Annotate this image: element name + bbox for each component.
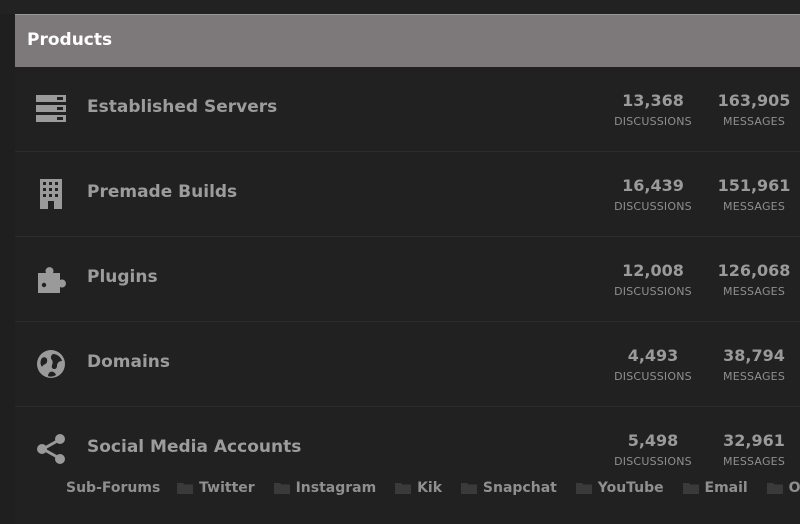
forum-row-plugins: Plugins 12,008 DISCUSSIONS 126,068 MESSA… bbox=[15, 237, 800, 322]
category-header[interactable]: Products bbox=[15, 14, 800, 67]
folder-icon bbox=[682, 483, 699, 494]
messages-label: MESSAGES bbox=[723, 285, 785, 298]
subforum-link-snapchat[interactable]: Snapchat bbox=[460, 480, 557, 496]
messages-count: 163,905 bbox=[717, 91, 791, 110]
subforum-link-youtube[interactable]: YouTube bbox=[575, 480, 664, 496]
subforum-label: Instagram bbox=[295, 480, 377, 496]
subforum-label: Email bbox=[704, 480, 748, 496]
page: Products Established Servers 13,368 DISC… bbox=[0, 0, 800, 524]
discussions-count: 12,008 bbox=[622, 261, 684, 280]
forum-row-premade-builds: Premade Builds 16,439 DISCUSSIONS 151,96… bbox=[15, 152, 800, 237]
discussions-count: 5,498 bbox=[627, 431, 679, 450]
messages-stat: 38,794 MESSAGES bbox=[709, 346, 799, 385]
messages-stat: 126,068 MESSAGES bbox=[709, 261, 799, 300]
discussions-label: DISCUSSIONS bbox=[614, 285, 692, 298]
subforum-link-kik[interactable]: Kik bbox=[395, 480, 442, 496]
folder-icon bbox=[766, 483, 783, 494]
puzzle-icon bbox=[33, 261, 69, 297]
discussions-count: 16,439 bbox=[622, 176, 684, 195]
messages-stat: 151,961 MESSAGES bbox=[709, 176, 799, 215]
subforum-link-instagram[interactable]: Instagram bbox=[273, 480, 377, 496]
messages-count: 38,794 bbox=[723, 346, 785, 365]
subforum-link-email[interactable]: Email bbox=[682, 480, 748, 496]
discussions-label: DISCUSSIONS bbox=[614, 455, 692, 468]
folder-icon bbox=[177, 483, 194, 494]
messages-label: MESSAGES bbox=[723, 455, 785, 468]
discussions-count: 13,368 bbox=[622, 91, 684, 110]
forum-row-established-servers: Established Servers 13,368 DISCUSSIONS 1… bbox=[15, 67, 800, 152]
forum-title-link[interactable]: Social Media Accounts bbox=[87, 437, 301, 457]
forum-row-domains: Domains 4,493 DISCUSSIONS 38,794 MESSAGE… bbox=[15, 322, 800, 407]
forum-title-link[interactable]: Premade Builds bbox=[87, 182, 237, 202]
building-icon bbox=[33, 176, 69, 212]
subforums-label: Sub-Forums bbox=[66, 480, 161, 496]
top-strip bbox=[0, 0, 800, 14]
messages-count: 126,068 bbox=[717, 261, 791, 280]
folder-icon bbox=[273, 483, 290, 494]
messages-stat: 32,961 MESSAGES bbox=[709, 431, 799, 470]
discussions-label: DISCUSSIONS bbox=[614, 370, 692, 383]
discussions-stat: 5,498 DISCUSSIONS bbox=[607, 431, 699, 470]
messages-stat: 163,905 MESSAGES bbox=[709, 91, 799, 130]
discussions-stat: 4,493 DISCUSSIONS bbox=[607, 346, 699, 385]
messages-count: 32,961 bbox=[723, 431, 785, 450]
folder-icon bbox=[460, 483, 477, 494]
share-icon bbox=[33, 431, 69, 467]
discussions-label: DISCUSSIONS bbox=[614, 115, 692, 128]
server-icon bbox=[33, 91, 69, 127]
forum-title-link[interactable]: Plugins bbox=[87, 267, 158, 287]
subforum-link-twitter[interactable]: Twitter bbox=[177, 480, 255, 496]
messages-label: MESSAGES bbox=[723, 200, 785, 213]
discussions-count: 4,493 bbox=[627, 346, 679, 365]
forum-title-link[interactable]: Established Servers bbox=[87, 97, 277, 117]
forum-row-social-media-accounts: Social Media Accounts 5,498 DISCUSSIONS … bbox=[15, 407, 800, 524]
discussions-stat: 16,439 DISCUSSIONS bbox=[607, 176, 699, 215]
discussions-stat: 13,368 DISCUSSIONS bbox=[607, 91, 699, 130]
subforum-label: Kik bbox=[417, 480, 443, 496]
subforums-list: Sub-Forums Twitter Instagram Kik Snapcha… bbox=[66, 480, 800, 504]
discussions-label: DISCUSSIONS bbox=[614, 200, 692, 213]
messages-count: 151,961 bbox=[717, 176, 791, 195]
folder-icon bbox=[575, 483, 592, 494]
subforum-label: Twitter bbox=[199, 480, 255, 496]
globe-icon bbox=[33, 346, 69, 382]
subforum-label: Other bbox=[788, 480, 800, 496]
messages-label: MESSAGES bbox=[723, 370, 785, 383]
forum-title-link[interactable]: Domains bbox=[87, 352, 170, 372]
subforum-label: YouTube bbox=[597, 480, 664, 496]
forum-category-panel: Products Established Servers 13,368 DISC… bbox=[15, 14, 800, 524]
folder-icon bbox=[395, 483, 412, 494]
discussions-stat: 12,008 DISCUSSIONS bbox=[607, 261, 699, 300]
subforum-label: Snapchat bbox=[482, 480, 557, 496]
subforum-link-other[interactable]: Other bbox=[766, 480, 800, 496]
messages-label: MESSAGES bbox=[723, 115, 785, 128]
category-title: Products bbox=[27, 30, 113, 50]
